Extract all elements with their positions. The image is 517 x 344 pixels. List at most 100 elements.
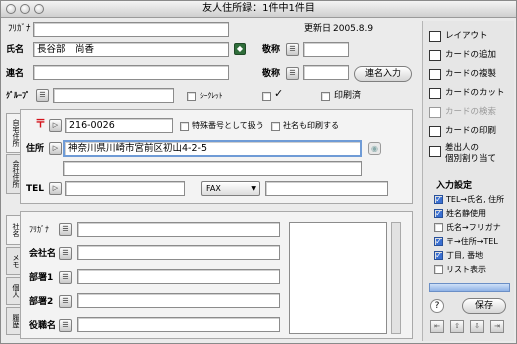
nav-prev-button[interactable]: ⇧	[450, 320, 464, 333]
company-furigana-input[interactable]	[77, 222, 280, 237]
joint-name-input-button[interactable]: 連名入力	[354, 66, 412, 82]
sidebar-item-search-card[interactable]: カードの検索	[429, 104, 496, 120]
tab-company-address[interactable]: 会社住所	[6, 154, 20, 194]
dept2-input[interactable]	[77, 293, 280, 308]
honorific-label: 敬称	[262, 45, 281, 55]
dropdown-arrow-icon: ▼	[251, 185, 256, 192]
fax-select[interactable]: FAX ▼	[201, 181, 260, 196]
nav-last-button[interactable]: ⇥	[490, 320, 504, 333]
setting-name-to-furigana[interactable]: 氏名→フリガナ	[434, 222, 501, 234]
card-search-icon	[429, 106, 441, 118]
close-window-button[interactable]	[6, 4, 16, 14]
tel-menu-button[interactable]: ▷	[49, 182, 62, 195]
print-company-label: 社名も印刷する	[283, 121, 339, 130]
honorific-menu-button[interactable]: ☰	[286, 43, 299, 56]
mark-checkbox[interactable]	[262, 92, 271, 101]
company-furigana-menu-button[interactable]: ☰	[59, 223, 72, 236]
company-furigana-label: ﾌﾘｶﾞﾅ	[29, 225, 49, 234]
group-menu-button[interactable]: ☰	[36, 89, 49, 102]
tab-history[interactable]: 履歴	[6, 307, 20, 335]
joint-name-label: 連名	[6, 69, 25, 79]
postal-menu-button[interactable]: ▷	[49, 119, 62, 132]
secret-label: ｼｰｸﾚｯﾄ	[200, 91, 223, 100]
special-number-checkbox[interactable]	[180, 122, 189, 131]
photo-scrollbar[interactable]	[391, 222, 401, 334]
setting-surname-dict[interactable]: ✓ 姓名静使用	[434, 208, 486, 220]
group-label: ｸﾞﾙｰﾌﾟ	[6, 91, 30, 100]
sidebar-item-layout[interactable]: レイアウト	[429, 28, 488, 44]
address-menu-button[interactable]: ▷	[49, 142, 62, 155]
name-label: 氏名	[6, 45, 25, 55]
setting-tel-to-name[interactable]: ✓ TEL→氏名, 住所	[434, 194, 504, 206]
updated-date: 2005.8.9	[333, 24, 374, 34]
help-button[interactable]: ?	[430, 299, 444, 313]
secret-checkbox[interactable]	[187, 92, 196, 101]
tab-memo[interactable]: メモ	[6, 247, 20, 275]
input-settings-title: 入力設定	[436, 181, 473, 191]
printed-checkbox[interactable]	[321, 92, 330, 101]
postal-mark-icon: 〒	[35, 117, 46, 130]
setting-postal-to-address[interactable]: ✓ 〒→住所→TEL	[434, 236, 498, 248]
job-title-menu-button[interactable]: ☰	[59, 319, 72, 332]
name-lookup-icon[interactable]: ◆	[234, 43, 246, 55]
sidebar-item-add-card[interactable]: カードの追加	[429, 47, 496, 63]
sidebar-item-copy-card[interactable]: カードの複製	[429, 66, 496, 82]
job-title-label: 役職名	[29, 321, 57, 331]
fax-input[interactable]	[265, 181, 388, 196]
furigana-label: ﾌﾘｶﾞﾅ	[8, 24, 31, 34]
group-input[interactable]	[53, 88, 174, 103]
company-name-label: 会社名	[29, 249, 57, 259]
setting-list-view[interactable]: リスト表示	[434, 264, 486, 276]
save-button[interactable]: 保存	[462, 298, 506, 314]
setting-checkbox[interactable]: ✓	[434, 195, 443, 204]
minimize-window-button[interactable]	[20, 4, 30, 14]
company-name-menu-button[interactable]: ☰	[59, 247, 72, 260]
title-bar: 友人住所録：1件中1件目	[1, 1, 516, 18]
postal-code-input[interactable]: 216-0026	[65, 118, 173, 133]
setting-chome-banchi[interactable]: ✓ 丁目, 番地	[434, 250, 483, 262]
app-window: 友人住所録：1件中1件目 ﾌﾘｶﾞﾅ 更新日 2005.8.9 氏名 長谷部 尚…	[0, 0, 517, 344]
dept1-input[interactable]	[77, 269, 280, 284]
layout-icon	[429, 30, 441, 42]
dept2-label: 部署2	[29, 297, 54, 307]
joint-honorific-label: 敬称	[262, 69, 281, 79]
dept1-label: 部署1	[29, 273, 54, 283]
tab-personal[interactable]: 個人	[6, 277, 20, 305]
photo-area[interactable]	[289, 222, 387, 334]
zoom-window-button[interactable]	[34, 4, 44, 14]
job-title-input[interactable]	[77, 317, 280, 332]
honorific-input[interactable]	[303, 42, 349, 57]
setting-checkbox[interactable]: ✓	[434, 209, 443, 218]
progress-bar	[429, 283, 510, 292]
address-line2-input[interactable]	[63, 161, 362, 176]
company-name-input[interactable]	[77, 245, 280, 260]
setting-checkbox[interactable]	[434, 223, 443, 232]
joint-name-input[interactable]	[33, 65, 229, 80]
check-mark-icon: ✓	[274, 87, 284, 100]
address-label: 住所	[26, 144, 45, 154]
tab-home-address[interactable]: 自宅住所	[6, 113, 20, 153]
name-input[interactable]: 長谷部 尚香	[33, 42, 229, 57]
nav-first-button[interactable]: ⇤	[430, 320, 444, 333]
tab-company-name[interactable]: 社名	[6, 215, 20, 245]
dept1-menu-button[interactable]: ☰	[59, 271, 72, 284]
globe-icon[interactable]: ◉	[368, 142, 381, 155]
joint-honorific-input[interactable]	[303, 65, 349, 80]
dept2-menu-button[interactable]: ☰	[59, 295, 72, 308]
setting-checkbox[interactable]: ✓	[434, 251, 443, 260]
setting-checkbox[interactable]: ✓	[434, 237, 443, 246]
window-controls	[6, 4, 44, 14]
joint-honorific-menu-button[interactable]: ☰	[286, 67, 299, 80]
setting-checkbox[interactable]	[434, 265, 443, 274]
sidebar-item-cut-card[interactable]: カードのカット	[429, 85, 505, 101]
card-print-icon	[429, 125, 441, 137]
print-company-checkbox[interactable]	[271, 122, 280, 131]
nav-next-button[interactable]: ⇩	[470, 320, 484, 333]
sidebar-item-print-card[interactable]: カードの印刷	[429, 123, 496, 139]
tel-input[interactable]	[65, 181, 185, 196]
address-line1-input[interactable]: 神奈川県川崎市宮前区初山4-2-5	[63, 140, 362, 157]
updated-label: 更新日	[304, 24, 332, 34]
furigana-input[interactable]	[33, 22, 229, 37]
card-cut-icon	[429, 87, 441, 99]
sidebar-item-sender-assign[interactable]: 差出人の 個別割り当て	[429, 143, 496, 167]
